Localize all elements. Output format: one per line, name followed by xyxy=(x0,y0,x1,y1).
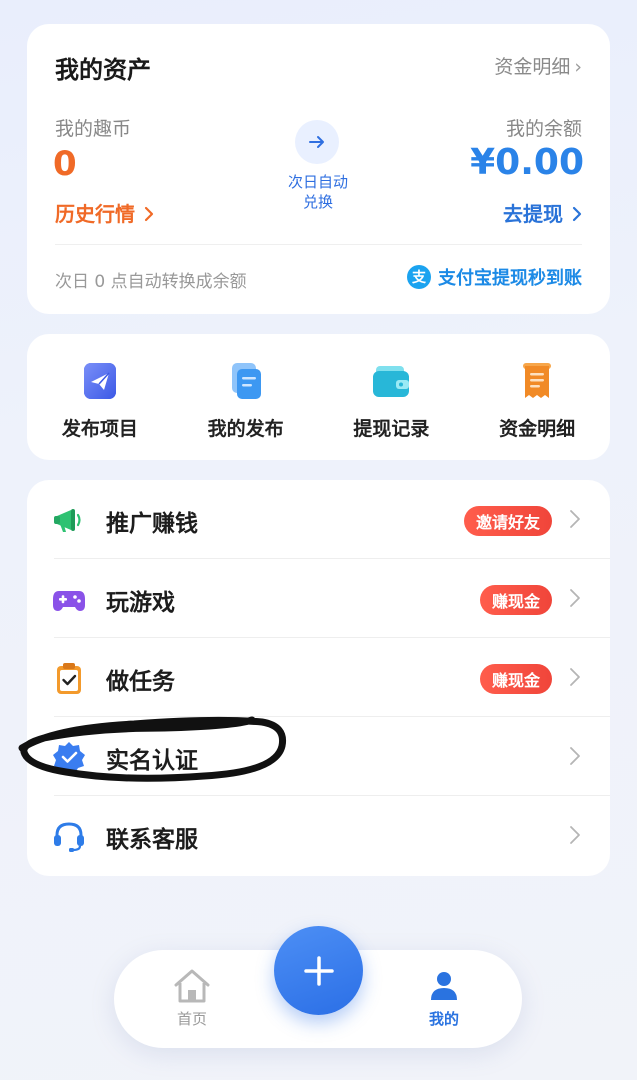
divider xyxy=(55,244,582,245)
asset-card: 我的资产 资金明细 › 我的趣币 0 历史行情 次日自动 兑换 我的余额 ¥0.0… xyxy=(27,24,610,314)
fund-detail-label: 资金明细 xyxy=(494,56,571,78)
balance-label: 我的余额 xyxy=(505,118,582,140)
menu-item-label: 联系客服 xyxy=(106,827,198,853)
menu-item-play-games[interactable]: 玩游戏 赚现金 xyxy=(27,559,610,638)
nav-mine-tab[interactable]: 我的 xyxy=(422,968,466,1029)
balance-value: ¥0.00 xyxy=(470,142,584,183)
chevron-right-icon: › xyxy=(574,56,582,78)
coin-value: 0 xyxy=(53,144,77,184)
chevron-right-icon xyxy=(144,206,154,222)
add-post-button[interactable] xyxy=(274,926,363,1015)
chevron-right-icon xyxy=(570,826,580,844)
nav-home-tab[interactable]: 首页 xyxy=(170,968,214,1029)
auto-exchange-line1: 次日自动 xyxy=(287,173,348,191)
chevron-right-icon xyxy=(570,589,580,607)
headset-icon xyxy=(54,822,84,852)
menu-item-real-name-verification[interactable]: 实名认证 xyxy=(27,717,610,796)
asset-title: 我的资产 xyxy=(55,56,151,84)
verified-badge-icon xyxy=(53,742,85,773)
publish-project-label: 发布项目 xyxy=(61,418,138,440)
menu-list-card: 推广赚钱 邀请好友 玩游戏 赚现金 做任务 赚现金 实名认证 联系客服 xyxy=(27,480,610,876)
menu-item-do-tasks[interactable]: 做任务 赚现金 xyxy=(27,638,610,717)
menu-item-customer-service[interactable]: 联系客服 xyxy=(27,796,610,875)
menu-item-label: 玩游戏 xyxy=(106,590,175,616)
withdraw-label: 去提现 xyxy=(503,202,564,226)
history-market-link[interactable]: 历史行情 xyxy=(55,198,154,227)
home-icon xyxy=(174,969,210,1003)
chevron-right-icon xyxy=(570,510,580,528)
plus-icon xyxy=(303,955,334,986)
menu-item-label: 做任务 xyxy=(106,669,175,695)
withdraw-records-button[interactable]: 提现记录 xyxy=(319,334,465,460)
publish-project-button[interactable]: 发布项目 xyxy=(27,334,173,460)
history-market-label: 历史行情 xyxy=(55,202,135,226)
menu-item-label: 实名认证 xyxy=(106,748,198,774)
chevron-right-icon xyxy=(570,747,580,765)
auto-convert-note: 次日 0 点自动转换成余额 xyxy=(55,272,247,292)
exchange-arrow-button[interactable] xyxy=(295,120,339,164)
nav-home-label: 首页 xyxy=(176,1010,207,1028)
quick-actions-card: 发布项目 我的发布 提现记录 资金明细 xyxy=(27,334,610,460)
chevron-right-icon xyxy=(570,668,580,686)
my-posts-label: 我的发布 xyxy=(207,418,284,440)
fund-detail-quick-label: 资金明细 xyxy=(499,418,576,440)
clipboard-check-icon xyxy=(57,663,81,694)
my-posts-button[interactable]: 我的发布 xyxy=(173,334,319,460)
paper-plane-icon xyxy=(83,363,116,399)
nav-mine-label: 我的 xyxy=(428,1010,459,1028)
auto-exchange-line2: 兑换 xyxy=(302,193,333,211)
gamepad-icon xyxy=(53,591,85,611)
earn-cash-badge: 赚现金 xyxy=(479,664,552,694)
menu-item-label: 推广赚钱 xyxy=(106,511,198,537)
alipay-withdraw-label: 支付宝提现秒到账 xyxy=(438,268,582,289)
megaphone-icon xyxy=(54,509,81,532)
documents-icon xyxy=(231,363,261,399)
alipay-withdraw-link[interactable]: 支 支付宝提现秒到账 xyxy=(407,264,582,290)
wallet-icon xyxy=(373,366,410,397)
coin-label: 我的趣币 xyxy=(55,118,132,140)
alipay-icon: 支 xyxy=(407,265,431,289)
menu-item-promote[interactable]: 推广赚钱 邀请好友 xyxy=(27,480,610,559)
withdraw-link[interactable]: 去提现 xyxy=(503,198,582,227)
earn-cash-badge: 赚现金 xyxy=(479,585,552,615)
arrow-right-icon xyxy=(309,136,324,148)
user-icon xyxy=(431,972,457,1000)
invite-friends-badge: 邀请好友 xyxy=(463,506,552,536)
chevron-right-icon xyxy=(572,206,582,222)
auto-exchange-text: 次日自动 兑换 xyxy=(277,172,359,212)
fund-detail-button[interactable]: 资金明细 xyxy=(464,334,610,460)
fund-detail-link[interactable]: 资金明细 › xyxy=(494,52,582,79)
receipt-icon xyxy=(523,363,552,398)
withdraw-records-label: 提现记录 xyxy=(353,418,430,440)
